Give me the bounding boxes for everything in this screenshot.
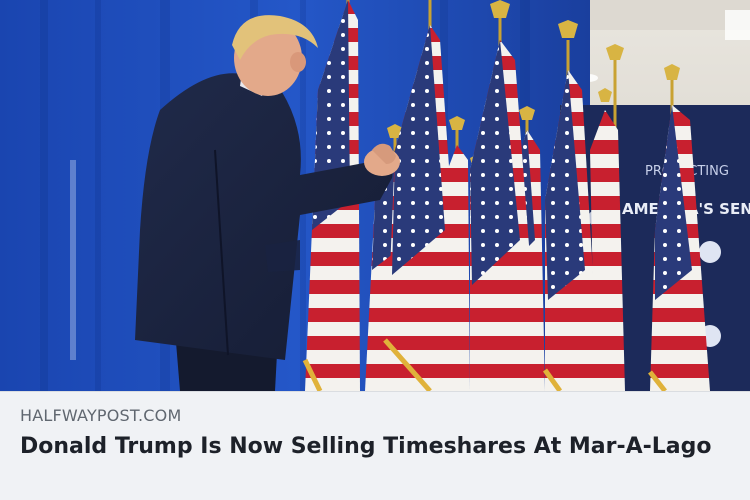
curtain-highlight	[70, 160, 76, 360]
seal-icon	[699, 241, 721, 263]
source-domain[interactable]: HALFWAYPOST.COM	[20, 406, 181, 425]
preview-image[interactable]: PROTECTING AMERICA'S SENIORS	[0, 0, 750, 391]
link-caption[interactable]: HALFWAYPOST.COM Donald Trump Is Now Sell…	[0, 391, 750, 500]
ceiling-light	[725, 10, 750, 40]
article-headline[interactable]: Donald Trump Is Now Selling Timeshares A…	[20, 431, 720, 462]
link-preview-card[interactable]: PROTECTING AMERICA'S SENIORS	[0, 0, 750, 500]
